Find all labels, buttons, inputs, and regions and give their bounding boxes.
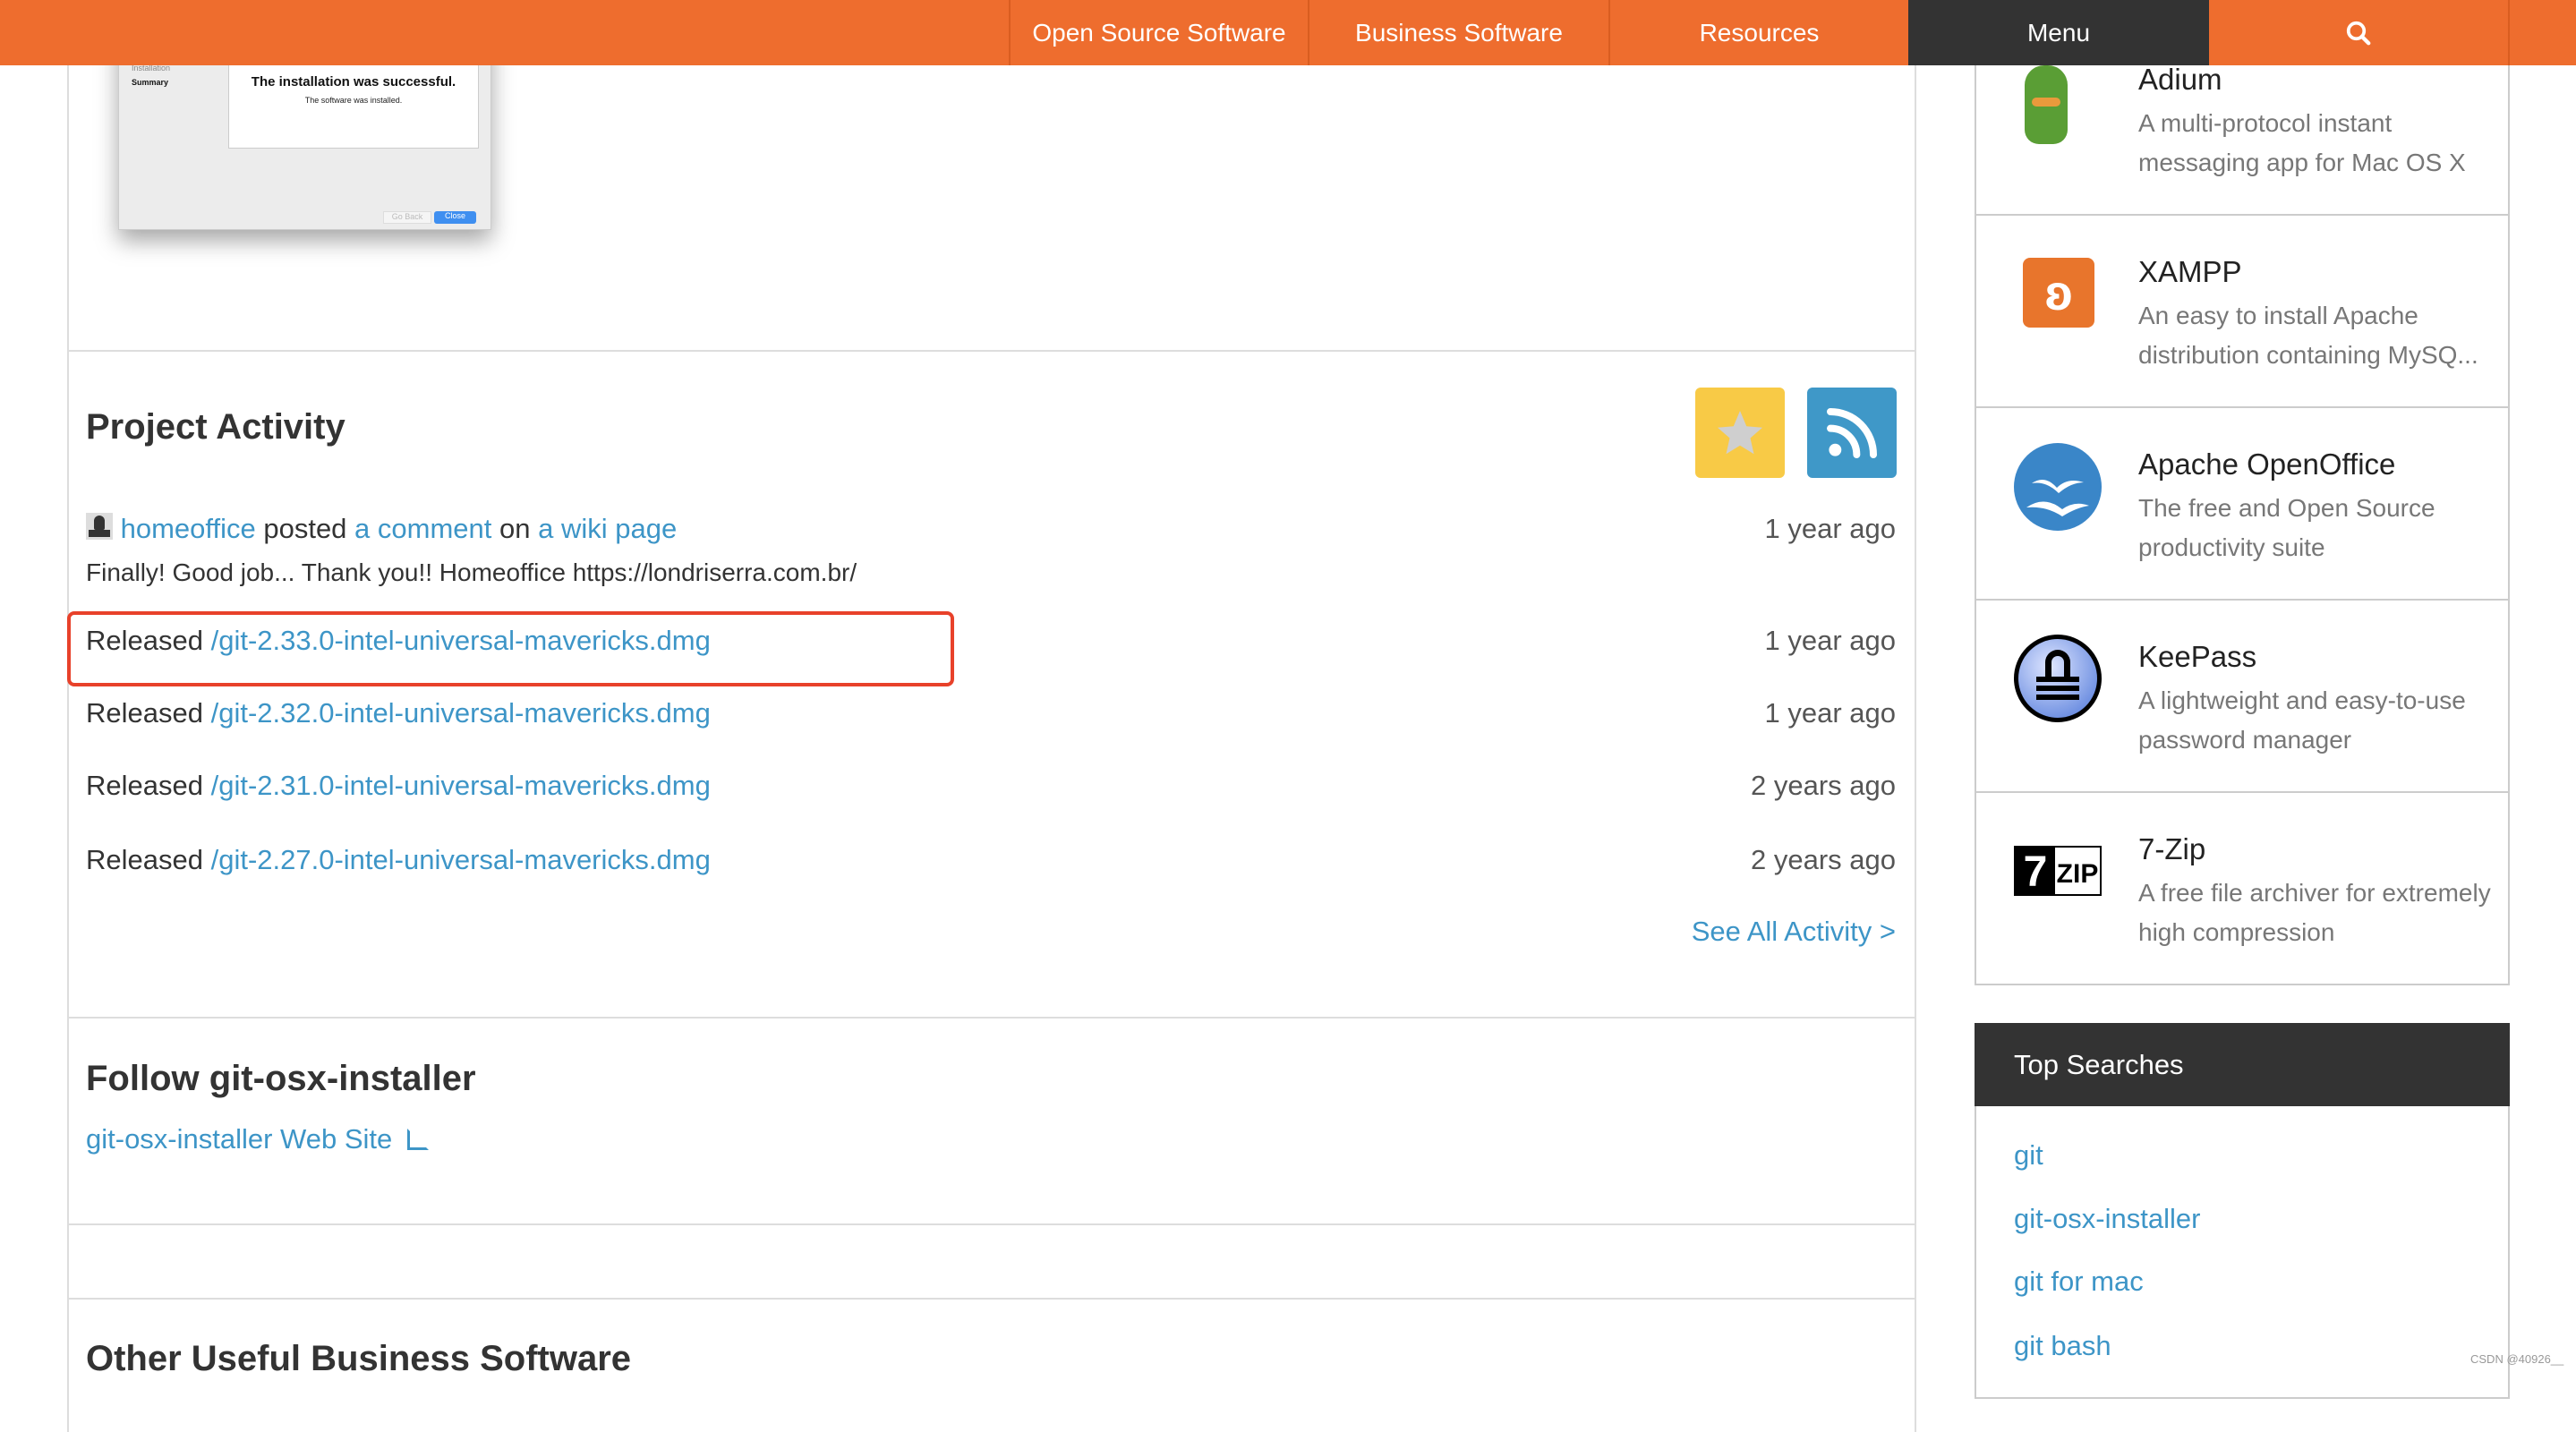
- user-avatar-icon: [86, 513, 113, 540]
- 7zip-icon: 7 ZIP: [2014, 846, 2102, 896]
- openoffice-icon: [2014, 443, 2102, 531]
- release-row: Released /git-2.31.0-intel-universal-mav…: [86, 770, 711, 802]
- top-search-link[interactable]: git: [2014, 1139, 2043, 1172]
- star-icon: [1718, 410, 1762, 454]
- release-time: 2 years ago: [1751, 770, 1896, 801]
- comment-text: Finally! Good job... Thank you!! Homeoff…: [86, 558, 857, 586]
- software-desc: An easy to install Apache distribution c…: [2138, 302, 2478, 369]
- install-sub: The software was installed.: [304, 96, 403, 105]
- activity-time: 1 year ago: [1764, 513, 1897, 544]
- release-file-link[interactable]: /git-2.27.0-intel-universal-mavericks.dm…: [211, 844, 711, 875]
- search-icon: [2346, 21, 2371, 45]
- keepass-lock-icon: [2014, 635, 2102, 722]
- install-heading: The installation was successful.: [251, 74, 456, 90]
- nav-menu[interactable]: Menu: [1908, 0, 2209, 65]
- external-link-icon: [406, 1129, 429, 1150]
- top-search-link[interactable]: git for mac: [2014, 1266, 2144, 1298]
- posted-text: posted: [263, 513, 347, 544]
- see-all-activity-link[interactable]: See All Activity >: [1692, 916, 1896, 948]
- go-back-button: Go Back: [383, 211, 431, 224]
- release-label: Released: [86, 770, 203, 801]
- nav-resources[interactable]: Resources: [1608, 0, 1908, 65]
- software-name: XAMPP: [2138, 255, 2242, 288]
- software-desc: The free and Open Source productivity su…: [2138, 494, 2435, 561]
- other-software-title: Other Useful Business Software: [86, 1339, 632, 1378]
- step-summary: Summary: [132, 78, 169, 87]
- top-searches-title: Top Searches: [1975, 1023, 2510, 1106]
- top-search-link[interactable]: git-osx-installer: [2014, 1203, 2200, 1235]
- user-link[interactable]: homeoffice: [121, 513, 256, 544]
- divider: [67, 350, 1916, 352]
- rss-icon: [1827, 407, 1877, 458]
- software-name: 7-Zip: [2138, 832, 2206, 865]
- wiki-page-link[interactable]: a wiki page: [538, 513, 677, 544]
- search-button[interactable]: [2209, 0, 2510, 65]
- nav-business-software[interactable]: Business Software: [1308, 0, 1608, 65]
- watermark: CSDN @40926__: [2470, 1352, 2564, 1366]
- release-file-link[interactable]: /git-2.32.0-intel-universal-mavericks.dm…: [211, 697, 711, 729]
- activity-comment: homeoffice posted a comment on a wiki pa…: [86, 513, 677, 545]
- divider: [67, 1298, 1916, 1300]
- software-name: Adium: [2138, 63, 2222, 96]
- release-row: Released /git-2.27.0-intel-universal-mav…: [86, 844, 711, 876]
- close-button: Close: [434, 211, 476, 224]
- xampp-icon: ʚ: [2023, 258, 2094, 328]
- software-name: Apache OpenOffice: [2138, 448, 2396, 481]
- release-file-link[interactable]: /git-2.31.0-intel-universal-mavericks.dm…: [211, 770, 711, 801]
- release-label: Released: [86, 625, 203, 656]
- follow-title: Follow git-osx-installer: [86, 1059, 476, 1098]
- divider: [67, 1223, 1916, 1225]
- software-desc: A lightweight and easy-to-use password m…: [2138, 686, 2466, 754]
- software-name: KeePass: [2138, 640, 2257, 673]
- release-row: Released /git-2.32.0-intel-universal-mav…: [86, 697, 711, 729]
- comment-link[interactable]: a comment: [354, 513, 491, 544]
- software-desc: A multi-protocol instant messaging app f…: [2138, 109, 2466, 176]
- top-search-link[interactable]: git bash: [2014, 1330, 2111, 1362]
- nav-open-source-software[interactable]: Open Source Software: [1009, 0, 1308, 65]
- release-time: 1 year ago: [1764, 697, 1897, 729]
- website-link-row: git-osx-installer Web Site: [86, 1123, 429, 1155]
- release-row: Released /git-2.33.0-intel-universal-mav…: [86, 625, 711, 657]
- release-label: Released: [86, 697, 203, 729]
- release-label: Released: [86, 844, 203, 875]
- project-activity-title: Project Activity: [86, 407, 345, 447]
- software-desc: A free file archiver for extremely high …: [2138, 879, 2491, 946]
- adium-icon: [2025, 65, 2068, 144]
- on-text: on: [499, 513, 531, 544]
- rss-button[interactable]: [1807, 388, 1897, 478]
- release-time: 1 year ago: [1764, 625, 1897, 656]
- divider: [67, 1017, 1916, 1019]
- top-nav: Open Source Software Business Software R…: [0, 0, 2576, 65]
- star-button[interactable]: [1695, 388, 1785, 478]
- website-link[interactable]: git-osx-installer Web Site: [86, 1123, 392, 1155]
- release-time: 2 years ago: [1751, 844, 1896, 875]
- release-file-link[interactable]: /git-2.33.0-intel-universal-mavericks.dm…: [211, 625, 711, 656]
